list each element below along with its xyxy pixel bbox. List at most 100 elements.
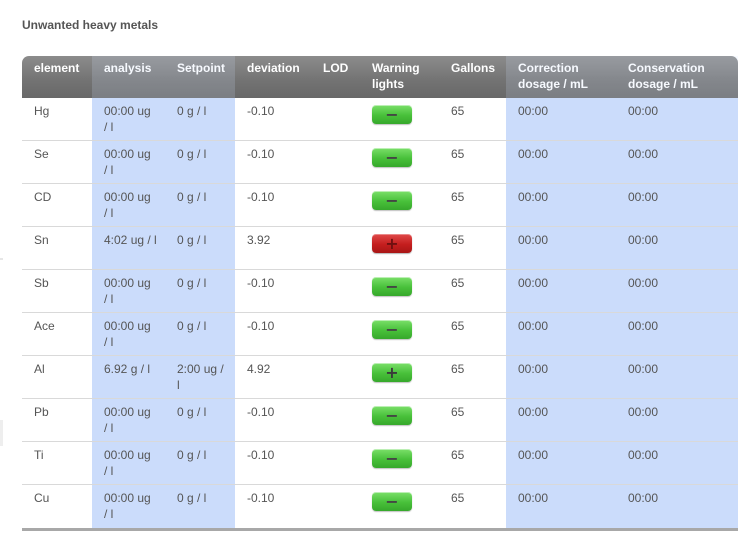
cell-correction: 00:00 <box>506 485 616 528</box>
cell-analysis: 00:00 ug / l <box>92 141 165 183</box>
warning-light-ok[interactable]: − <box>372 449 412 468</box>
warning-light-ok[interactable]: − <box>372 406 412 425</box>
cell-conservation: 00:00 <box>616 399 738 441</box>
warning-light-ok[interactable]: − <box>372 148 412 167</box>
cell-analysis: 00:00 ug / l <box>92 442 165 484</box>
warning-light-ok[interactable]: − <box>372 320 412 339</box>
cell-conservation: 00:00 <box>616 270 738 312</box>
warning-light-ok[interactable]: − <box>372 277 412 296</box>
cell-analysis: 4:02 ug / l <box>92 227 165 269</box>
cell-correction: 00:00 <box>506 270 616 312</box>
header-deviation[interactable]: deviation <box>235 56 311 98</box>
cell-conservation: 00:00 <box>616 356 738 398</box>
cell-deviation: 4.92 <box>247 362 271 376</box>
header-analysis[interactable]: analysis <box>92 56 165 98</box>
cell-lod <box>311 485 360 528</box>
table-bottom-rule <box>22 528 738 531</box>
cell-setpoint: 0 g / l <box>165 98 235 140</box>
cell-analysis: 6.92 g / l <box>92 356 165 398</box>
cell-element: Sn <box>34 233 49 247</box>
cell-setpoint: 0 g / l <box>165 485 235 528</box>
edge-divider <box>0 258 3 260</box>
cell-lod <box>311 98 360 140</box>
cell-setpoint: 2:00 ug / l <box>165 356 235 398</box>
cell-correction: 00:00 <box>506 313 616 355</box>
cell-element: Sb <box>34 276 49 290</box>
cell-warning: − <box>360 141 439 183</box>
cell-correction: 00:00 <box>506 227 616 269</box>
table-row: Cu 00:00 ug / l0 g / l -0.10 − 65 00:00 00:00 <box>22 485 738 528</box>
cell-deviation: 3.92 <box>247 233 271 247</box>
header-lod[interactable]: LOD <box>311 56 360 98</box>
cell-lod <box>311 227 360 269</box>
heavy-metals-table: element analysis Setpoint deviation LOD … <box>22 56 738 531</box>
cell-gallons: 65 <box>451 276 465 290</box>
cell-lod <box>311 356 360 398</box>
cell-element: Ti <box>34 448 44 462</box>
cell-deviation: -0.10 <box>247 276 275 290</box>
table-row: Ace 00:00 ug / l0 g / l -0.10 − 65 00:00 00:00 <box>22 313 738 356</box>
cell-deviation: -0.10 <box>247 448 275 462</box>
warning-light-ok[interactable]: − <box>372 105 412 124</box>
cell-element: CD <box>34 190 52 204</box>
cell-lod <box>311 184 360 226</box>
cell-correction: 00:00 <box>506 184 616 226</box>
cell-element: Se <box>34 147 49 161</box>
cell-correction: 00:00 <box>506 356 616 398</box>
cell-deviation: -0.10 <box>247 319 275 333</box>
warning-light-ok[interactable]: − <box>372 492 412 511</box>
table-row: Ti 00:00 ug / l0 g / l -0.10 − 65 00:00 00:00 <box>22 442 738 485</box>
cell-gallons: 65 <box>451 104 465 118</box>
header-element[interactable]: element <box>22 56 92 98</box>
cell-lod <box>311 270 360 312</box>
cell-conservation: 00:00 <box>616 485 738 528</box>
cell-gallons: 65 <box>451 491 465 505</box>
header-setpoint[interactable]: Setpoint <box>165 56 235 98</box>
table-row: Sb 00:00 ug / l0 g / l -0.10 − 65 00:00 00:00 <box>22 270 738 313</box>
cell-analysis: 00:00 ug / l <box>92 399 165 441</box>
cell-deviation: -0.10 <box>247 491 275 505</box>
warning-light-ok[interactable]: − <box>372 191 412 210</box>
cell-conservation: 00:00 <box>616 141 738 183</box>
cell-setpoint: 0 g / l <box>165 399 235 441</box>
table-row: Hg 00:00 ug / l0 g / l -0.10 − 65 00:00 00:00 <box>22 98 738 141</box>
cell-element: Hg <box>34 104 50 118</box>
cell-element: Al <box>34 362 45 376</box>
table-header: element analysis Setpoint deviation LOD … <box>22 56 738 98</box>
cell-lod <box>311 399 360 441</box>
cell-analysis: 00:00 ug / l <box>92 98 165 140</box>
table-body: Hg 00:00 ug / l0 g / l -0.10−65 00:00 00:00 S… <box>22 98 738 528</box>
cell-conservation: 00:00 <box>616 442 738 484</box>
cell-conservation: 00:00 <box>616 98 738 140</box>
page-title: Unwanted heavy metals <box>22 18 159 32</box>
header-conservation-dosage[interactable]: Conservation dosage / mL <box>616 56 738 98</box>
warning-light-ok[interactable]: + <box>372 363 412 382</box>
cell-lod <box>311 442 360 484</box>
cell-correction: 00:00 <box>506 141 616 183</box>
cell-gallons: 65 <box>451 147 465 161</box>
cell-setpoint: 0 g / l <box>165 270 235 312</box>
cell-warning: + <box>360 227 439 269</box>
cell-lod <box>311 141 360 183</box>
cell-warning: + <box>360 356 439 398</box>
cell-setpoint: 0 g / l <box>165 313 235 355</box>
cell-gallons: 65 <box>451 362 465 376</box>
cell-element: Pb <box>34 405 49 419</box>
table-row: Se 00:00 ug / l0 g / l -0.10 − 65 00:00 00:00 <box>22 141 738 184</box>
cell-element: Cu <box>34 491 50 505</box>
cell-warning: − <box>360 98 439 140</box>
cell-correction: 00:00 <box>506 399 616 441</box>
cell-conservation: 00:00 <box>616 184 738 226</box>
header-gallons[interactable]: Gallons <box>439 56 506 98</box>
cell-correction: 00:00 <box>506 98 616 140</box>
cell-conservation: 00:00 <box>616 227 738 269</box>
cell-deviation: -0.10 <box>247 405 275 419</box>
cell-conservation: 00:00 <box>616 313 738 355</box>
cell-setpoint: 0 g / l <box>165 442 235 484</box>
table-row: Pb 00:00 ug / l0 g / l -0.10 − 65 00:00 00:00 <box>22 399 738 442</box>
cell-gallons: 65 <box>451 190 465 204</box>
header-correction-dosage[interactable]: Correction dosage / mL <box>506 56 616 98</box>
table-row: Al 6.92 g / l 2:00 ug / l 4.92 +65 00:00 00:00 <box>22 356 738 399</box>
header-warning-lights[interactable]: Warning lights <box>360 56 439 98</box>
warning-light-alert[interactable]: + <box>372 234 412 253</box>
